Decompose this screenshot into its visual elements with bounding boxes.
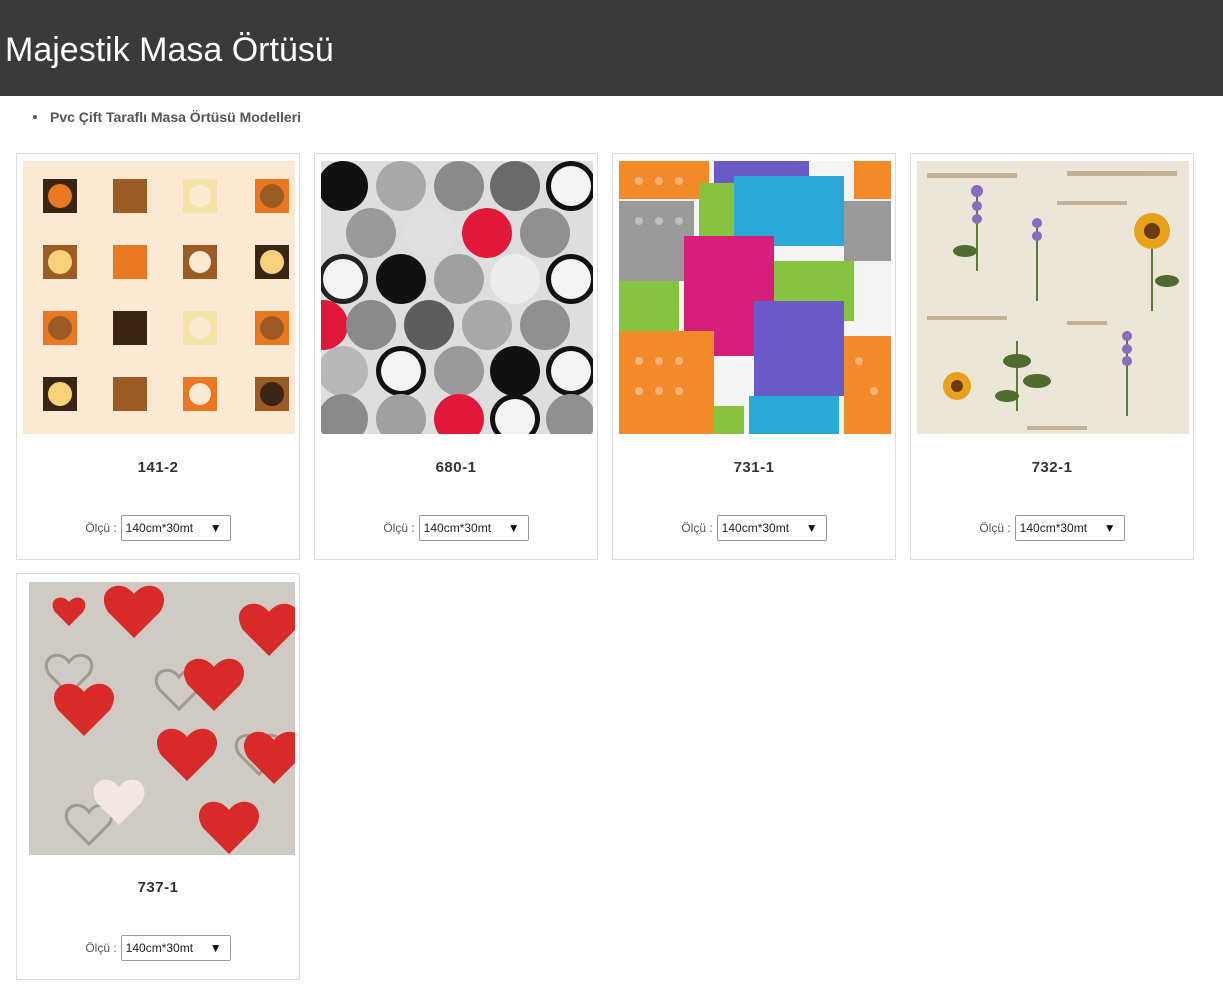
dropdown-arrow-icon: ▼ <box>1103 521 1116 535</box>
dropdown-arrow-icon: ▼ <box>209 941 222 955</box>
product-pattern-red-hearts <box>29 582 295 855</box>
product-card: 737-1 Ölçü : 140cm*30mt ▼ <box>16 573 300 980</box>
product-card: 731-1 Ölçü : 140cm*30mt ▼ <box>612 153 896 560</box>
product-card: 732-1 Ölçü : 140cm*30mt ▼ <box>910 153 1194 560</box>
product-pattern-colorful-patchwork <box>619 161 891 434</box>
product-image[interactable] <box>917 161 1189 434</box>
size-label: Ölçü : <box>85 941 117 955</box>
size-label: Ölçü : <box>979 521 1011 535</box>
product-image[interactable] <box>29 582 295 855</box>
size-select[interactable]: 140cm*30mt ▼ <box>716 515 827 541</box>
dropdown-arrow-icon: ▼ <box>805 521 818 535</box>
size-label: Ölçü : <box>85 521 117 535</box>
product-image[interactable] <box>321 161 593 434</box>
size-selector-row: Ölçü : 140cm*30mt ▼ <box>613 514 895 542</box>
product-card: 141-2 Ölçü : 140cm*30mt ▼ <box>16 153 300 560</box>
size-select-value: 140cm*30mt <box>423 521 492 535</box>
dropdown-arrow-icon: ▼ <box>209 521 222 535</box>
page-title: Majestik Masa Örtüsü <box>5 31 334 69</box>
size-selector-row: Ölçü : 140cm*30mt ▼ <box>911 514 1193 542</box>
product-code: 141-2 <box>137 459 179 476</box>
size-select-value: 140cm*30mt <box>125 941 194 955</box>
product-image[interactable] <box>619 161 891 434</box>
size-select-value: 140cm*30mt <box>125 521 194 535</box>
product-card: 680-1 Ölçü : 140cm*30mt ▼ <box>314 153 598 560</box>
size-select-value: 140cm*30mt <box>1019 521 1088 535</box>
breadcrumb: Pvc Çift Taraflı Masa Örtüsü Modelleri <box>30 108 301 126</box>
product-image[interactable] <box>23 161 295 434</box>
size-label: Ölçü : <box>681 521 713 535</box>
size-label: Ölçü : <box>383 521 415 535</box>
site-header: Majestik Masa Örtüsü <box>0 0 1223 96</box>
size-selector-row: Ölçü : 140cm*30mt ▼ <box>315 514 597 542</box>
size-selector-row: Ölçü : 140cm*30mt ▼ <box>17 934 299 962</box>
product-pattern-botanical <box>917 161 1189 434</box>
breadcrumb-item-category[interactable]: Pvc Çift Taraflı Masa Örtüsü Modelleri <box>30 108 301 126</box>
size-select[interactable]: 140cm*30mt ▼ <box>418 515 529 541</box>
product-code: 732-1 <box>1031 459 1073 476</box>
size-select-value: 140cm*30mt <box>721 521 790 535</box>
size-select[interactable]: 140cm*30mt ▼ <box>1014 515 1125 541</box>
product-pattern-circles-leaves <box>321 161 593 434</box>
size-selector-row: Ölçü : 140cm*30mt ▼ <box>17 514 299 542</box>
product-pattern-squares-circles <box>23 161 295 434</box>
product-code: 731-1 <box>733 459 775 476</box>
size-select[interactable]: 140cm*30mt ▼ <box>120 515 231 541</box>
product-code: 737-1 <box>137 879 179 896</box>
product-code: 680-1 <box>435 459 477 476</box>
size-select[interactable]: 140cm*30mt ▼ <box>120 935 231 961</box>
dropdown-arrow-icon: ▼ <box>507 521 520 535</box>
